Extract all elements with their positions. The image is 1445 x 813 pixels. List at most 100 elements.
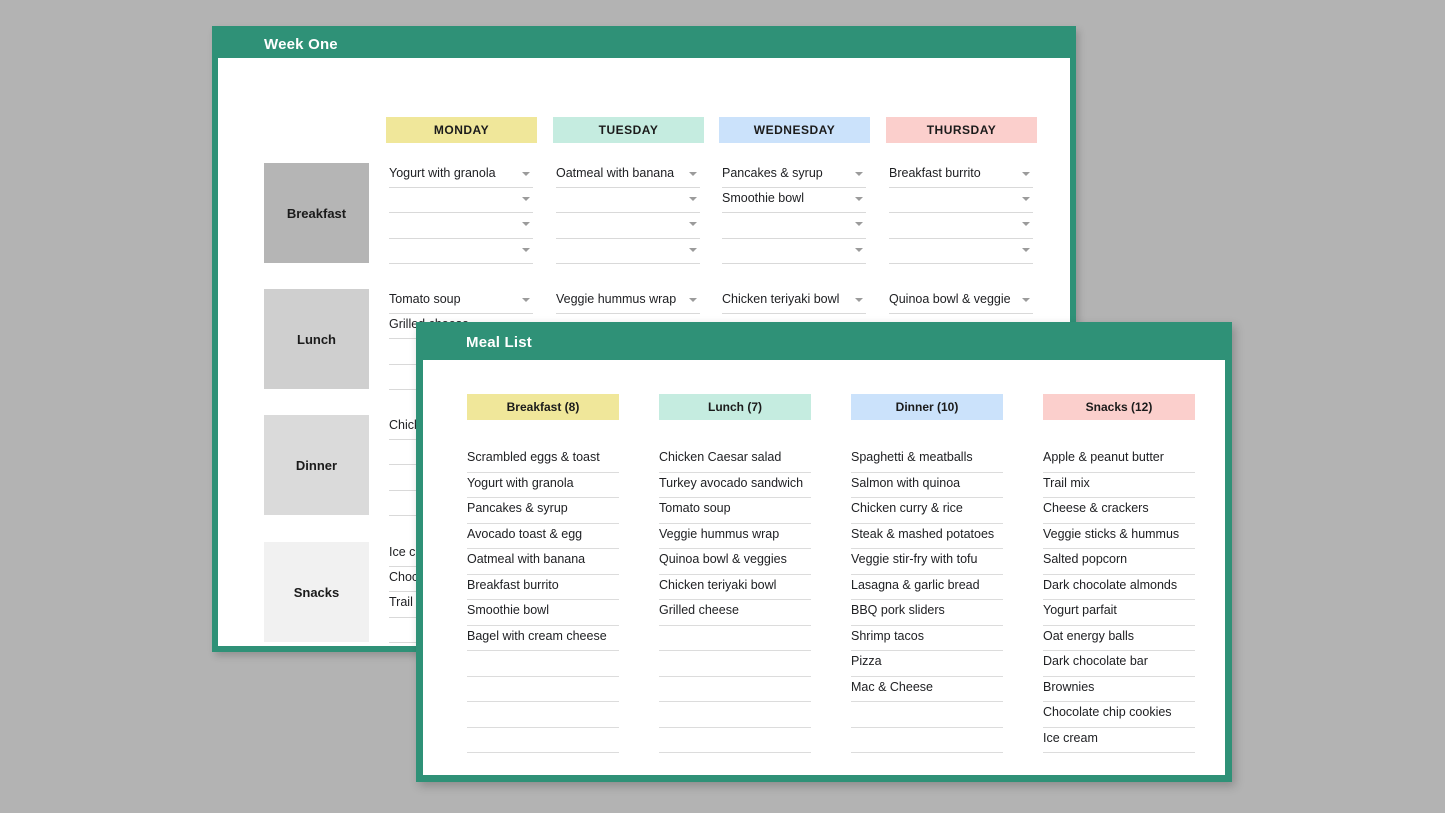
chevron-down-icon[interactable] <box>855 197 863 202</box>
meal-slot[interactable] <box>889 239 1033 264</box>
list-item[interactable]: Scrambled eggs & toast <box>467 447 619 473</box>
meal-slot[interactable]: Chicken teriyaki bowl <box>722 289 866 315</box>
list-item[interactable]: Tomato soup <box>659 498 811 524</box>
meal-slot[interactable] <box>889 188 1033 214</box>
list-item[interactable]: Shrimp tacos <box>851 626 1003 651</box>
list-item[interactable]: Yogurt parfait <box>1043 600 1195 626</box>
list-item[interactable]: Veggie hummus wrap <box>659 524 811 549</box>
meal-slot[interactable]: Oatmeal with banana <box>556 163 700 189</box>
list-item[interactable]: Yogurt with granola <box>467 473 619 498</box>
meal-slot[interactable]: Yogurt with granola <box>389 163 533 189</box>
list-item[interactable]: Oatmeal with banana <box>467 549 619 575</box>
list-item[interactable]: Salmon with quinoa <box>851 473 1003 498</box>
chevron-down-icon[interactable] <box>689 172 697 176</box>
chevron-down-icon[interactable] <box>689 298 697 302</box>
list-item[interactable] <box>659 753 811 775</box>
category-item-list: Apple & peanut butter Trail mix Cheese & c… <box>1043 447 1195 775</box>
list-item[interactable]: Dark chocolate bar <box>1043 651 1195 677</box>
list-item[interactable] <box>659 651 811 677</box>
list-item[interactable]: Lasagna & garlic bread <box>851 575 1003 600</box>
chevron-down-icon[interactable] <box>522 298 530 302</box>
chevron-down-icon[interactable] <box>1022 172 1030 176</box>
meal-slot[interactable] <box>389 239 533 264</box>
chevron-down-icon[interactable] <box>1022 298 1030 302</box>
list-item[interactable]: Spaghetti & meatballs <box>851 447 1003 473</box>
meal-slot[interactable]: Smoothie bowl <box>722 188 866 214</box>
list-item[interactable]: Chocolate chip cookies <box>1043 702 1195 728</box>
list-item[interactable]: Brownies <box>1043 677 1195 702</box>
list-item[interactable] <box>659 677 811 702</box>
meal-slot[interactable] <box>556 188 700 214</box>
list-item[interactable] <box>851 728 1003 753</box>
chevron-down-icon[interactable] <box>1022 222 1030 227</box>
list-item[interactable]: Chicken teriyaki bowl <box>659 575 811 600</box>
list-item[interactable] <box>467 702 619 728</box>
list-item[interactable]: BBQ pork sliders <box>851 600 1003 626</box>
chevron-down-icon[interactable] <box>522 197 530 202</box>
list-item[interactable]: Chicken curry & rice <box>851 498 1003 524</box>
chevron-down-icon[interactable] <box>1022 197 1030 202</box>
list-item[interactable]: Dark chocolate almonds <box>1043 575 1195 600</box>
meal-slot-value: Oatmeal with banana <box>556 166 675 180</box>
chevron-down-icon[interactable] <box>855 172 863 176</box>
meal-slot-value: Yogurt with granola <box>389 166 496 180</box>
meal-category-column: Breakfast (8) Scrambled eggs & toast Yogur… <box>467 360 619 775</box>
list-item[interactable]: Pizza <box>851 651 1003 677</box>
list-item[interactable] <box>851 702 1003 728</box>
list-item[interactable] <box>851 753 1003 775</box>
meal-slot[interactable] <box>389 188 533 214</box>
list-item[interactable]: Chicken Caesar salad <box>659 447 811 473</box>
meal-slot[interactable]: Pancakes & syrup <box>722 163 866 189</box>
list-item[interactable]: Bagel with cream cheese <box>467 626 619 651</box>
chevron-down-icon[interactable] <box>1022 247 1030 252</box>
chevron-down-icon[interactable] <box>689 197 697 202</box>
meal-slot[interactable] <box>889 213 1033 239</box>
list-item[interactable]: Veggie stir-fry with tofu <box>851 549 1003 575</box>
list-item[interactable]: Salted popcorn <box>1043 549 1195 575</box>
list-item[interactable] <box>467 728 619 753</box>
chevron-down-icon[interactable] <box>522 247 530 252</box>
list-item[interactable]: Pancakes & syrup <box>467 498 619 524</box>
list-item[interactable] <box>659 626 811 651</box>
list-item[interactable] <box>1043 753 1195 775</box>
list-item[interactable] <box>467 753 619 775</box>
list-item[interactable]: Oat energy balls <box>1043 626 1195 651</box>
list-item[interactable]: Trail mix <box>1043 473 1195 498</box>
meal-slot[interactable]: Breakfast burrito <box>889 163 1033 189</box>
chevron-down-icon[interactable] <box>689 222 697 227</box>
list-item[interactable]: Mac & Cheese <box>851 677 1003 702</box>
list-item[interactable] <box>659 728 811 753</box>
meal-slot[interactable] <box>722 213 866 239</box>
list-item[interactable] <box>659 702 811 728</box>
meal-slot-value: Tomato soup <box>389 292 461 306</box>
chevron-down-icon[interactable] <box>522 172 530 176</box>
chevron-down-icon[interactable] <box>855 247 863 252</box>
list-item[interactable]: Steak & mashed potatoes <box>851 524 1003 549</box>
list-item[interactable]: Quinoa bowl & veggies <box>659 549 811 575</box>
chevron-down-icon[interactable] <box>689 247 697 252</box>
meal-list-window[interactable]: Meal List Breakfast (8) Scrambled eggs & … <box>416 322 1232 782</box>
chevron-down-icon[interactable] <box>522 222 530 227</box>
meal-slot[interactable]: Veggie hummus wrap <box>556 289 700 315</box>
meal-slot[interactable] <box>389 213 533 239</box>
list-item[interactable]: Grilled cheese <box>659 600 811 626</box>
chevron-down-icon[interactable] <box>855 298 863 302</box>
list-item[interactable]: Ice cream <box>1043 728 1195 753</box>
chevron-down-icon[interactable] <box>855 222 863 227</box>
list-item[interactable]: Smoothie bowl <box>467 600 619 626</box>
meal-slot-column: Yogurt with granola <box>389 163 533 264</box>
meal-slot[interactable] <box>556 239 700 264</box>
meal-slot[interactable]: Quinoa bowl & veggies <box>889 289 1033 315</box>
list-item[interactable] <box>467 677 619 702</box>
list-item[interactable]: Apple & peanut butter <box>1043 447 1195 473</box>
meal-slot-value: Chicken teriyaki bowl <box>722 292 840 306</box>
list-item[interactable]: Breakfast burrito <box>467 575 619 600</box>
list-item[interactable]: Cheese & crackers <box>1043 498 1195 524</box>
list-item[interactable]: Turkey avocado sandwich <box>659 473 811 498</box>
list-item[interactable]: Veggie sticks & hummus <box>1043 524 1195 549</box>
list-item[interactable] <box>467 651 619 677</box>
meal-slot[interactable] <box>556 213 700 239</box>
list-item[interactable]: Avocado toast & egg <box>467 524 619 549</box>
meal-slot[interactable] <box>722 239 866 264</box>
meal-slot[interactable]: Tomato soup <box>389 289 533 315</box>
